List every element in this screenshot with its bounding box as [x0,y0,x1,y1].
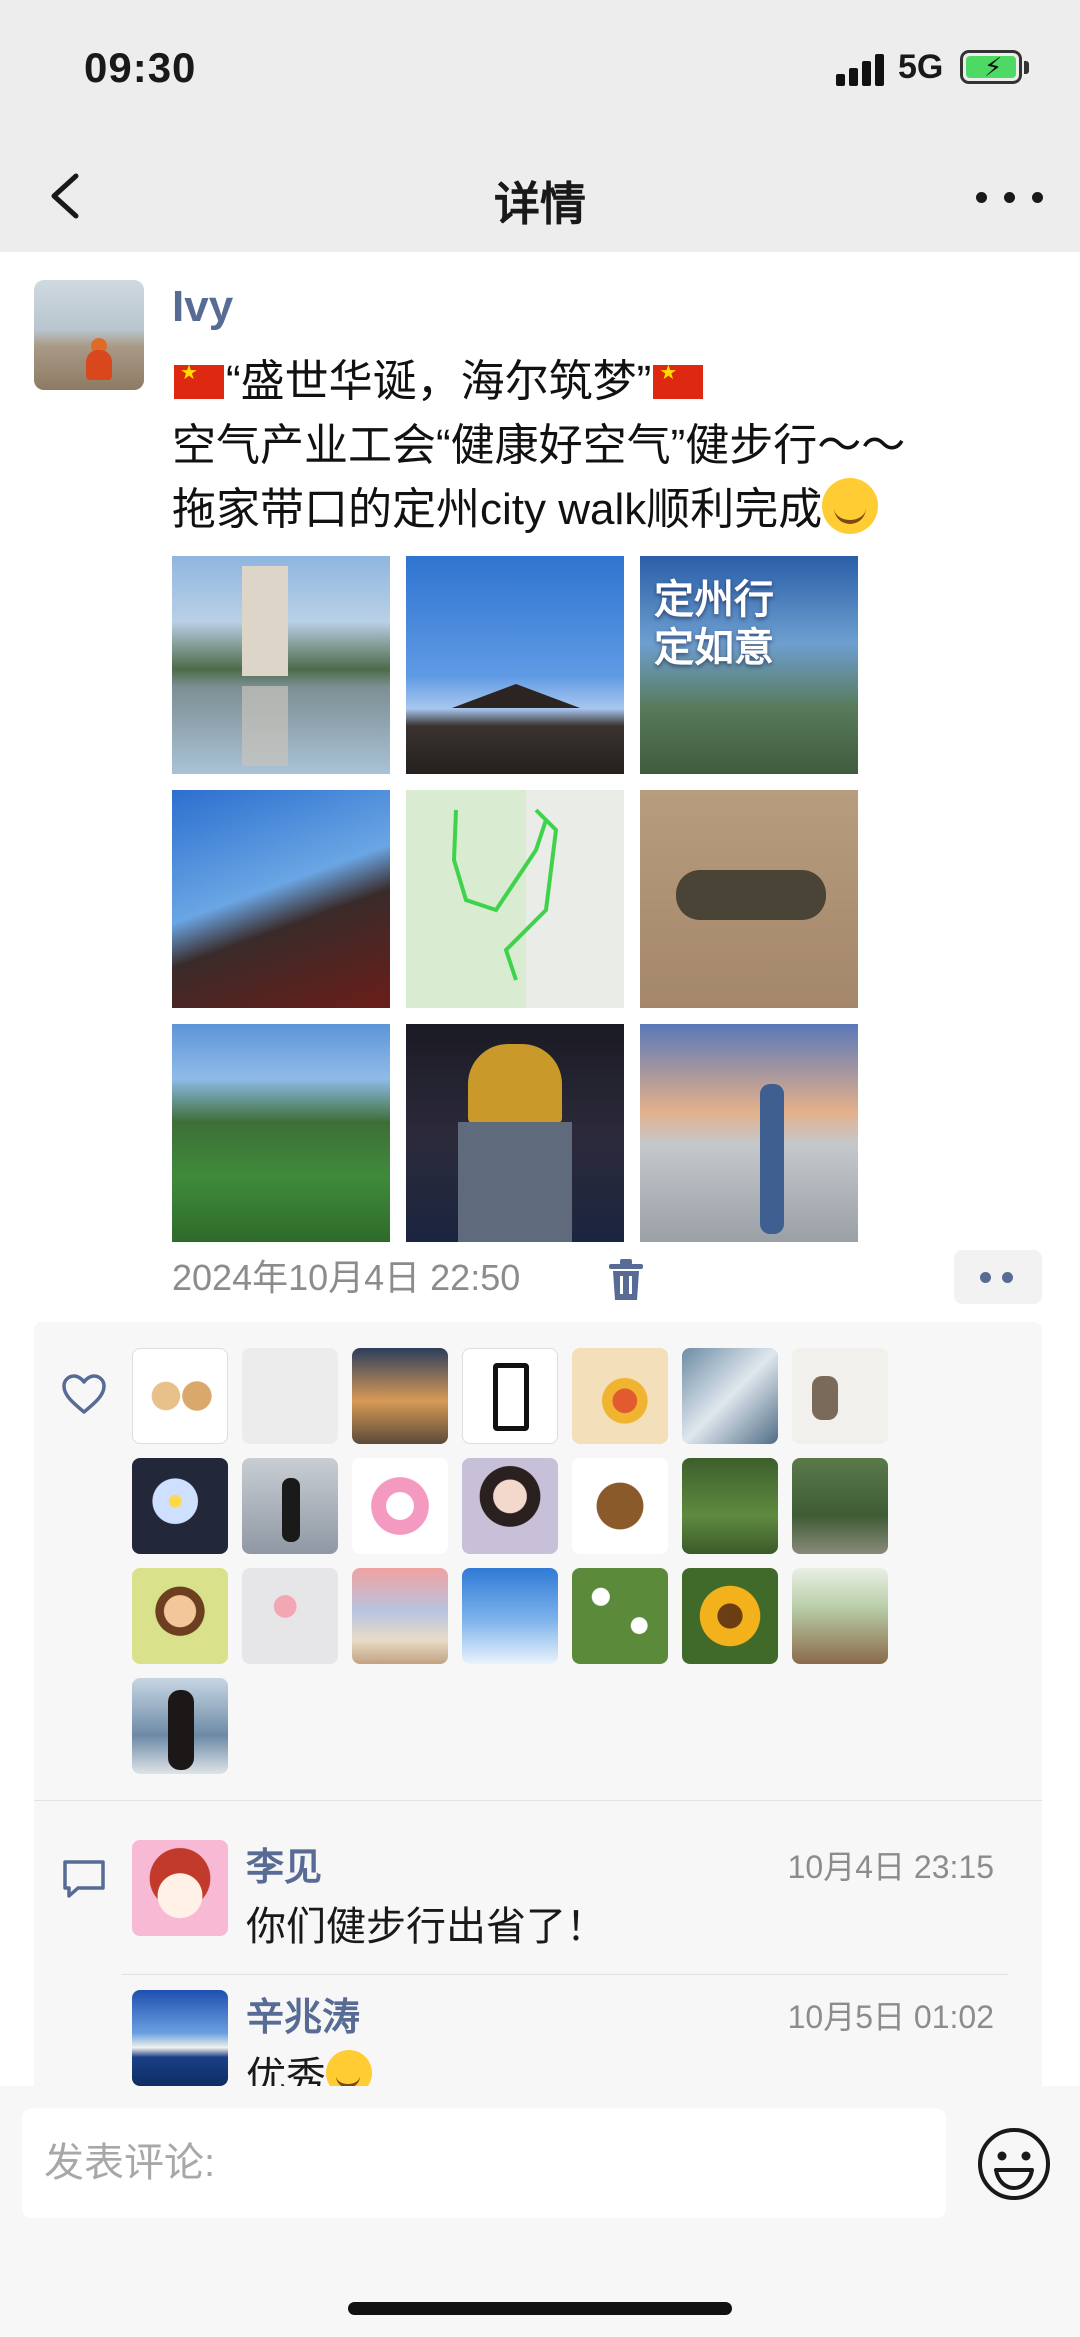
liker-avatar[interactable] [242,1458,338,1554]
signal-icon [836,52,888,86]
nav-bar: 详情 [0,140,1080,252]
liker-avatar[interactable] [682,1458,778,1554]
battery-cap [1024,61,1029,74]
post-timestamp: 2024年10月4日 22:50 [172,1257,521,1298]
author-name[interactable]: Ivy [172,282,233,332]
photo-golden-statue[interactable] [406,1024,624,1242]
liker-avatar[interactable] [352,1458,448,1554]
comment-time: 10月4日 23:15 [787,1849,994,1885]
liker-avatar[interactable] [132,1678,228,1774]
more-button[interactable] [966,174,1056,222]
photo-walk-route-map[interactable] [406,790,624,1008]
photo-archery-field[interactable] [172,1024,390,1242]
commenter-name[interactable]: 辛兆涛 [246,1986,360,2041]
emoji-icon [978,2128,1050,2200]
status-bar: 09:30 5G ⚡ [0,0,1080,140]
comment-item[interactable]: 辛兆涛 10月5日 01:02 优秀 [132,1990,1022,2099]
commenter-avatar[interactable] [132,1840,228,1936]
liker-avatar[interactable] [242,1348,338,1444]
liker-avatar[interactable] [572,1348,668,1444]
comment-text: 你们健步行出省了！ [246,1905,606,1949]
photo-pavilion-eaves[interactable] [172,790,390,1008]
emoji-button[interactable] [976,2126,1052,2202]
comment-icon [63,1860,105,1898]
liker-avatar[interactable] [682,1568,778,1664]
liker-avatar[interactable] [462,1348,558,1444]
like-comment-menu-button[interactable] [954,1250,1042,1304]
photo-dingzhou-sign[interactable]: 定州行 定如意 [640,556,858,774]
post-line-2: 空气产业工会“健康好空气”健步行～～ [172,421,906,470]
page-title: 详情 [494,178,586,230]
post-line-1: “盛世华诞，海尔筑梦” [172,350,1022,414]
photo-temple-sky[interactable] [406,556,624,774]
comment-bar [0,2086,1080,2337]
photo-grid: 定州行 定如意 [172,556,858,1242]
comment-item[interactable]: 李见 10月4日 23:15 你们健步行出省了！ [132,1840,1022,1949]
comment-input[interactable] [22,2108,946,2218]
grinning-face-icon [822,478,879,534]
home-indicator [348,2302,732,2315]
battery-icon: ⚡ [960,50,1022,84]
post-line-1-text: “盛世华诞，海尔筑梦” [226,357,652,406]
liker-avatar[interactable] [572,1568,668,1664]
commenter-name[interactable]: 李见 [246,1836,322,1891]
liker-avatar[interactable] [462,1458,558,1554]
liker-avatar[interactable] [572,1458,668,1554]
trash-icon [609,1259,643,1300]
liker-avatar[interactable] [132,1348,228,1444]
photo-sunset-pagoda[interactable] [640,1024,858,1242]
post-line-3: 拖家带口的定州city walk顺利完成 [172,478,1022,542]
heart-icon [62,1374,106,1414]
network-type: 5G [898,48,944,86]
post-line-3-text: 拖家带口的定州city walk顺利完成 [172,485,823,534]
liker-avatar[interactable] [132,1568,228,1664]
liker-avatar[interactable] [352,1568,448,1664]
liker-avatar[interactable] [132,1458,228,1554]
commenter-avatar[interactable] [132,1990,228,2086]
photo-museum-artifact[interactable] [640,790,858,1008]
liker-avatar[interactable] [462,1568,558,1664]
liker-avatar[interactable] [242,1568,338,1664]
post-text: “盛世华诞，海尔筑梦” 空气产业工会“健康好空气”健步行～～ 拖家带口的定州ci… [172,350,1022,542]
photo-sign-text: 定州行 定如意 [654,578,774,670]
liker-avatar[interactable] [352,1348,448,1444]
status-time: 09:30 [84,44,197,91]
photo-pagoda-reflection[interactable] [172,556,390,774]
liker-avatar[interactable] [792,1348,888,1444]
china-flag-icon [653,363,704,399]
panel-divider [34,1800,1042,1801]
interactions-panel [34,1322,1042,2092]
comment-time: 10月5日 01:02 [787,1999,994,2035]
liker-avatar[interactable] [682,1348,778,1444]
delete-button[interactable] [606,1258,646,1302]
liker-avatar[interactable] [792,1568,888,1664]
china-flag-icon [174,363,224,399]
author-avatar[interactable] [34,280,144,390]
liker-avatar[interactable] [792,1458,888,1554]
comment-divider [122,1974,1008,1975]
